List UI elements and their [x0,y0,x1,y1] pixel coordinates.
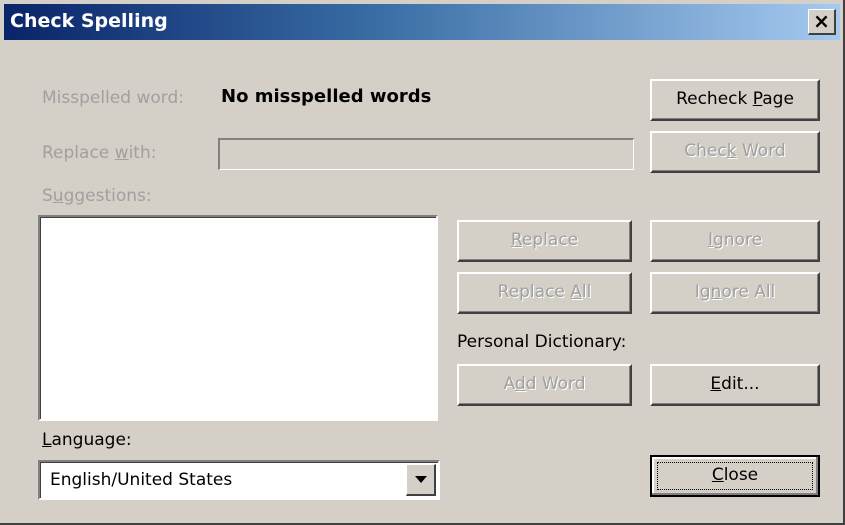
close-button[interactable]: Close [650,455,820,497]
suggestions-label: Suggestions: [42,186,152,206]
language-select[interactable]: English/United States [38,460,440,500]
recheck-page-button[interactable]: Recheck Page [650,79,820,121]
personal-dictionary-label: Personal Dictionary: [457,332,627,352]
ignore-all-button[interactable]: Ignore All [650,272,820,314]
check-spelling-dialog: Check Spelling × Misspelled word: No mis… [0,0,845,525]
edit-button[interactable]: Edit... [650,364,820,406]
suggestions-list[interactable] [38,215,438,421]
add-word-button[interactable]: Add Word [457,364,632,406]
dialog-title: Check Spelling [10,10,168,32]
focus-ring [657,462,813,490]
misspelled-word-value: No misspelled words [221,86,432,107]
chevron-down-icon[interactable] [406,464,436,496]
language-label: Language: [42,430,132,450]
check-word-button[interactable]: Check Word [650,131,820,173]
language-selected-value: English/United States [50,470,233,490]
ignore-button[interactable]: Ignore [650,220,820,262]
close-icon[interactable]: × [808,9,836,35]
misspelled-word-label: Misspelled word: [42,88,184,108]
replace-with-input[interactable] [218,138,634,170]
replace-all-button[interactable]: Replace All [457,272,632,314]
replace-button[interactable]: Replace [457,220,632,262]
title-bar: Check Spelling × [4,4,840,40]
replace-with-label: Replace with: [42,143,157,163]
